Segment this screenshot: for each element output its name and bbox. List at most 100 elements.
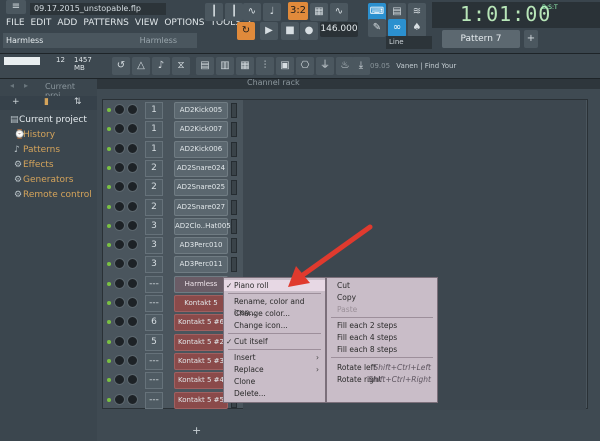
- wave-icon[interactable]: ∿: [243, 3, 261, 21]
- pan-knob[interactable]: [114, 239, 125, 251]
- mute-led[interactable]: [107, 262, 111, 267]
- metronome-icon[interactable]: ♩: [263, 3, 281, 21]
- menu-item-piano-roll[interactable]: ✓ Piano roll: [224, 280, 325, 291]
- pan-knob[interactable]: [114, 181, 125, 193]
- browser-item-patterns[interactable]: ♪ Patterns: [14, 145, 60, 155]
- mixer-track-number[interactable]: 5: [145, 333, 163, 351]
- volume-knob[interactable]: [127, 354, 138, 366]
- mute-led[interactable]: [107, 204, 111, 209]
- menu-item-paste[interactable]: Paste: [327, 304, 437, 315]
- mixer-track-number[interactable]: ---: [145, 352, 163, 370]
- metronome-icon-2[interactable]: △: [132, 57, 150, 75]
- channel-name-button[interactable]: AD3Perc011: [174, 256, 228, 274]
- volume-knob[interactable]: [127, 277, 138, 289]
- pan-knob[interactable]: [114, 335, 125, 347]
- arrow-right-icon[interactable]: ▸: [24, 81, 28, 90]
- pencil-icon[interactable]: ✎: [368, 19, 386, 37]
- file-icon[interactable]: ▮: [44, 97, 49, 107]
- volume-knob[interactable]: [127, 181, 138, 193]
- add-pattern-icon[interactable]: +: [524, 30, 538, 48]
- lamp-icon[interactable]: ♠: [408, 19, 426, 37]
- channel-name-button[interactable]: AD2Snare025: [174, 179, 228, 197]
- mixer-track-number[interactable]: ---: [145, 372, 163, 390]
- pan-knob[interactable]: [114, 142, 125, 154]
- channel-name-button[interactable]: AD2Clo..Hat005: [174, 217, 231, 235]
- channel-name-button[interactable]: AD2Snare027: [174, 198, 228, 216]
- sort-icon[interactable]: ⇅: [74, 97, 82, 107]
- menu-item-insert[interactable]: Insert ›: [224, 352, 325, 363]
- master-volume-slider[interactable]: ┃: [205, 3, 223, 21]
- mixer-track-number[interactable]: 2: [145, 159, 163, 177]
- menu-item-fill-4[interactable]: Fill each 4 steps: [327, 332, 437, 343]
- channel-name-button[interactable]: AD2Kick005: [174, 102, 228, 119]
- mute-led[interactable]: [107, 397, 111, 402]
- channel-select-indicator[interactable]: [231, 218, 237, 234]
- menu-item-copy[interactable]: Copy: [327, 292, 437, 303]
- mute-led[interactable]: [107, 339, 111, 344]
- browser-item-generators[interactable]: ⚙Generators: [14, 175, 73, 185]
- window-menu-icon[interactable]: ≡: [6, 0, 26, 14]
- mute-led[interactable]: [107, 358, 111, 363]
- channel-name-button[interactable]: AD2Kick006: [174, 140, 228, 158]
- link-icon[interactable]: ∞: [388, 19, 406, 37]
- browser-item-current-project[interactable]: ▤Current project: [10, 115, 87, 125]
- channel-name-button[interactable]: Kontakt 5 #5: [174, 391, 228, 409]
- menu-edit[interactable]: EDIT: [31, 16, 52, 30]
- browser-item-effects[interactable]: ⚙Effects: [14, 160, 54, 170]
- undo-icon[interactable]: ↺: [112, 57, 130, 75]
- mute-led[interactable]: [107, 165, 111, 170]
- plugin-picker-icon[interactable]: ⎔: [296, 57, 314, 75]
- pan-knob[interactable]: [114, 123, 125, 135]
- mute-led[interactable]: [107, 243, 111, 248]
- menu-item-delete[interactable]: Delete...: [224, 388, 325, 399]
- pan-knob[interactable]: [114, 161, 125, 173]
- browser-icon[interactable]: ▣: [276, 57, 294, 75]
- menu-item-fill-8[interactable]: Fill each 8 steps: [327, 344, 437, 355]
- channel-name-button[interactable]: AD3Perc010: [174, 237, 228, 255]
- volume-knob[interactable]: [127, 200, 138, 212]
- menu-item-rename[interactable]: Rename, color and icon...: [224, 296, 325, 317]
- mute-led[interactable]: [107, 301, 111, 305]
- pan-knob[interactable]: [114, 277, 125, 289]
- menu-options[interactable]: OPTIONS: [164, 16, 204, 30]
- mute-led[interactable]: [107, 185, 111, 190]
- loop-icon[interactable]: ↻: [237, 22, 255, 40]
- waveform-icon[interactable]: ∿: [330, 3, 348, 21]
- mute-led[interactable]: [107, 320, 111, 325]
- pattern-song-toggle[interactable]: 3:2: [288, 2, 308, 20]
- stop-button[interactable]: ■: [281, 22, 299, 40]
- news-ticker[interactable]: 09.05 Vanen | Find Your Sound: [370, 57, 478, 88]
- menu-item-change-color[interactable]: Change color...: [224, 308, 325, 319]
- pan-knob[interactable]: [114, 219, 125, 231]
- channel-name-button[interactable]: Kontakt 5 #2: [174, 333, 228, 351]
- mixer-track-number[interactable]: 2: [145, 179, 163, 197]
- download-icon[interactable]: ⤓: [352, 57, 370, 75]
- channel-name-button[interactable]: AD2Kick007: [174, 121, 228, 139]
- record-button[interactable]: ●: [300, 22, 318, 40]
- mixer-track-number[interactable]: ---: [145, 295, 163, 312]
- channel-name-button[interactable]: Kontakt 5: [174, 295, 228, 312]
- channel-select-indicator[interactable]: [231, 160, 237, 176]
- menu-item-rotate-left[interactable]: Rotate left Shift+Ctrl+Left: [327, 362, 437, 373]
- mixer-track-number[interactable]: 1: [145, 140, 163, 158]
- mute-led[interactable]: [107, 378, 111, 383]
- wait-icon[interactable]: ⧖: [172, 57, 190, 75]
- channel-name-button[interactable]: Kontakt 5 #6: [174, 314, 228, 332]
- plug-icon[interactable]: ⏚: [316, 57, 334, 75]
- menu-item-fill-2[interactable]: Fill each 2 steps: [327, 320, 437, 331]
- volume-knob[interactable]: [127, 316, 138, 328]
- menu-item-rotate-right[interactable]: Rotate right Shift+Ctrl+Right: [327, 374, 437, 385]
- volume-knob[interactable]: [127, 335, 138, 347]
- piano-roll-icon[interactable]: ▥: [216, 57, 234, 75]
- channel-name-button[interactable]: AD2Snare024: [174, 159, 228, 177]
- menu-item-cut-itself[interactable]: ✓ Cut itself: [224, 336, 325, 347]
- browser-item-remote-control[interactable]: ⚙Remote control: [14, 190, 92, 200]
- pan-knob[interactable]: [114, 258, 125, 270]
- volume-knob[interactable]: [127, 104, 138, 115]
- mute-led[interactable]: [107, 281, 111, 286]
- pan-knob[interactable]: [114, 393, 125, 405]
- menu-item-cut[interactable]: Cut: [327, 280, 437, 291]
- volume-knob[interactable]: [127, 161, 138, 173]
- volume-knob[interactable]: [127, 123, 138, 135]
- mixer-track-number[interactable]: 1: [145, 102, 163, 119]
